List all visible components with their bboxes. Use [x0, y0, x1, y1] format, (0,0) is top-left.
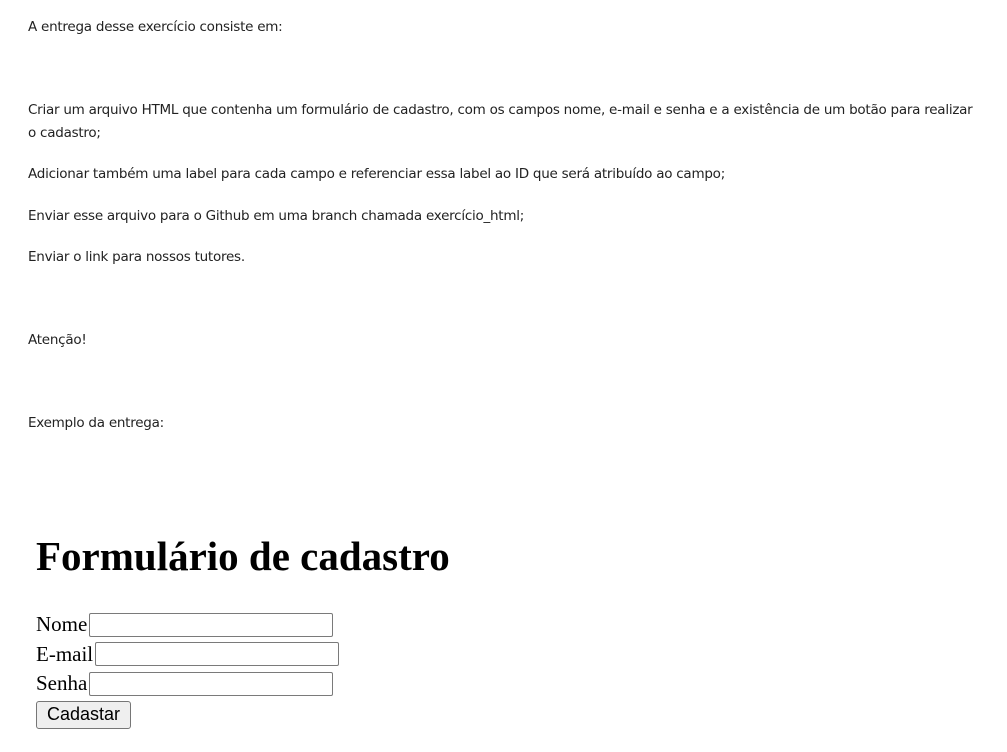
- password-label: Senha: [36, 671, 88, 696]
- email-input[interactable]: [95, 642, 340, 667]
- email-label: E-mail: [36, 641, 94, 666]
- page: A entrega desse exercício consiste em: C…: [0, 0, 1007, 752]
- example-label: Exemplo da entrega:: [28, 415, 164, 431]
- password-row: Senha: [36, 669, 339, 699]
- example-form-title: Formulário de cadastro: [36, 533, 450, 579]
- instruction-item-2: Adicionar também uma label para cada cam…: [28, 166, 725, 182]
- name-input[interactable]: [89, 612, 334, 637]
- example-form: Nome E-mail Senha Cadastar: [36, 610, 340, 729]
- attention-text: Atenção!: [28, 332, 87, 348]
- intro-text: A entrega desse exercício consiste em:: [28, 19, 283, 35]
- submit-button[interactable]: Cadastar: [36, 700, 132, 729]
- name-label: Nome: [36, 612, 88, 637]
- instruction-item-1: Criar um arquivo HTML que contenha um fo…: [28, 102, 973, 141]
- email-row: E-mail: [36, 640, 340, 670]
- instruction-item-3: Enviar esse arquivo para o Github em uma…: [28, 208, 525, 224]
- name-row: Nome: [36, 610, 339, 640]
- example-image: Formulário de cadastro Nome E-mail Senha…: [36, 528, 516, 729]
- instruction-item-4: Enviar o link para nossos tutores.: [28, 249, 245, 265]
- password-input[interactable]: [89, 671, 334, 696]
